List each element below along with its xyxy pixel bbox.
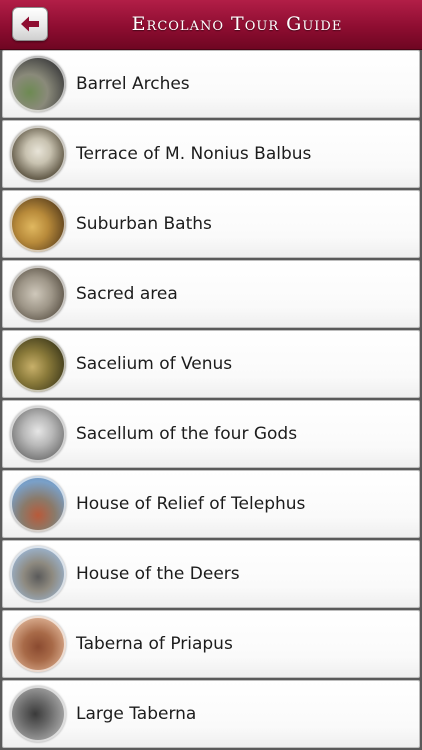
list-item-label: Taberna of Priapus	[76, 634, 233, 654]
list-item-label: Barrel Arches	[76, 74, 190, 94]
list-item[interactable]: Taberna of Priapus	[2, 610, 420, 678]
list-item[interactable]: Sacelium of Venus	[2, 330, 420, 398]
list-item-label: House of the Deers	[76, 564, 240, 584]
attractions-list: Barrel Arches Terrace of M. Nonius Balbu…	[0, 50, 422, 750]
thumbnail-image	[10, 336, 66, 392]
list-item-label: House of Relief of Telephus	[76, 494, 306, 514]
nav-bar: Ercolano Tour Guide	[0, 0, 422, 50]
list-item-label: Sacred area	[76, 284, 178, 304]
thumbnail-image	[10, 546, 66, 602]
thumbnail-image	[10, 266, 66, 322]
back-arrow-icon	[21, 16, 39, 32]
list-item[interactable]: Sacellum of the four Gods	[2, 400, 420, 468]
thumbnail-image	[10, 56, 66, 112]
thumbnail-image	[10, 196, 66, 252]
list-item[interactable]: Sacred area	[2, 260, 420, 328]
thumbnail-image	[10, 686, 66, 742]
back-button[interactable]	[12, 7, 48, 41]
list-item[interactable]: Suburban Baths	[2, 190, 420, 258]
list-item[interactable]: Barrel Arches	[2, 50, 420, 118]
thumbnail-image	[10, 406, 66, 462]
list-item-label: Large Taberna	[76, 704, 197, 724]
list-item-label: Sacelium of Venus	[76, 354, 233, 374]
list-item-label: Suburban Baths	[76, 214, 212, 234]
thumbnail-image	[10, 126, 66, 182]
page-title: Ercolano Tour Guide	[131, 13, 343, 35]
thumbnail-image	[10, 476, 66, 532]
list-item[interactable]: House of Relief of Telephus	[2, 470, 420, 538]
list-item[interactable]: House of the Deers	[2, 540, 420, 608]
list-item-label: Sacellum of the four Gods	[76, 424, 298, 444]
list-item[interactable]: Terrace of M. Nonius Balbus	[2, 120, 420, 188]
list-item[interactable]: Large Taberna	[2, 680, 420, 748]
thumbnail-image	[10, 616, 66, 672]
list-item-label: Terrace of M. Nonius Balbus	[76, 144, 312, 164]
